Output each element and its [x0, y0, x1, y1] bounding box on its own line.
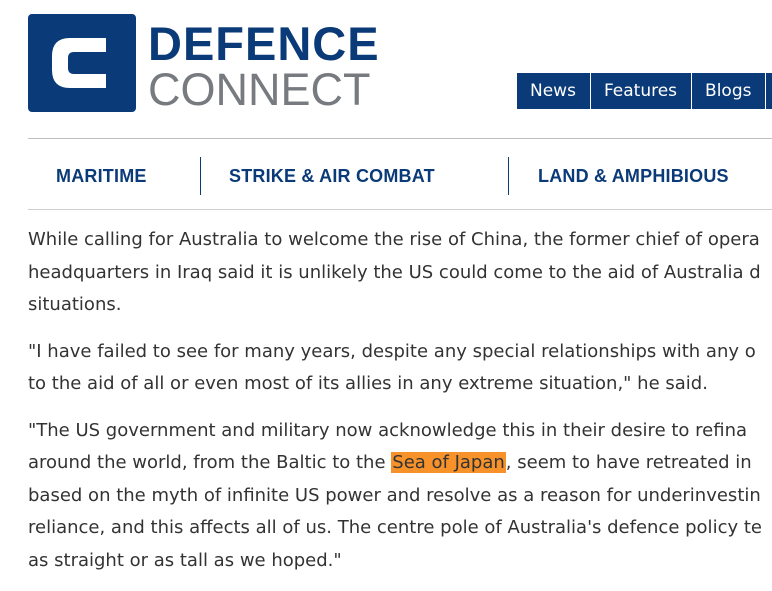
top-nav: News Features Blogs: [517, 73, 772, 109]
nav-item-blogs[interactable]: Blogs: [692, 73, 767, 109]
category-land-amphibious[interactable]: LAND & AMPHIBIOUS: [538, 157, 729, 195]
category-strike-air-combat[interactable]: STRIKE & AIR COMBAT: [229, 157, 435, 195]
category-nav: MARITIME STRIKE & AIR COMBAT LAND & AMPH…: [28, 157, 772, 195]
paragraph-line: "I have failed to see for many years, de…: [28, 340, 756, 362]
logo-badge: [28, 14, 136, 112]
category-separator: [200, 157, 201, 195]
article-paragraph: While calling for Australia to welcome t…: [28, 224, 772, 322]
paragraph-line: to the aid of all or even most of its al…: [28, 373, 708, 394]
paragraph-line: headquarters in Iraq said it is unlikely…: [28, 261, 761, 283]
search-highlight: Sea of Japan: [391, 452, 506, 473]
header-divider: [28, 138, 772, 139]
defence-connect-logo[interactable]: DEFENCE CONNECT: [28, 14, 458, 114]
article-paragraph: "I have failed to see for many years, de…: [28, 336, 772, 401]
paragraph-line: situations.: [28, 294, 122, 315]
nav-item-features[interactable]: Features: [591, 73, 693, 109]
paragraph-line: based on the myth of infinite US power a…: [28, 484, 761, 506]
article-body: While calling for Australia to welcome t…: [28, 224, 772, 591]
logo-wordmark-defence: DEFENCE: [148, 17, 380, 70]
paragraph-line: as straight or as tall as we hoped.": [28, 549, 342, 571]
logo-c-icon: [52, 38, 106, 88]
logo-wordmark-connect: CONNECT: [148, 64, 371, 115]
paragraph-line: "The US government and military now ackn…: [28, 419, 748, 441]
category-separator: [508, 157, 509, 195]
category-divider: [28, 209, 772, 210]
article-paragraph: "The US government and military now ackn…: [28, 415, 772, 578]
line-text: around the world, from the Baltic to the: [28, 452, 392, 473]
category-maritime[interactable]: MARITIME: [56, 157, 147, 195]
paragraph-line: While calling for Australia to welcome t…: [28, 229, 760, 250]
nav-item-more[interactable]: [766, 73, 772, 109]
line-text: , seem to have retreated in: [505, 452, 752, 473]
paragraph-line: reliance, and this affects all of us. Th…: [28, 517, 762, 538]
nav-item-news[interactable]: News: [517, 73, 591, 109]
paragraph-line: around the world, from the Baltic to the…: [28, 447, 772, 480]
